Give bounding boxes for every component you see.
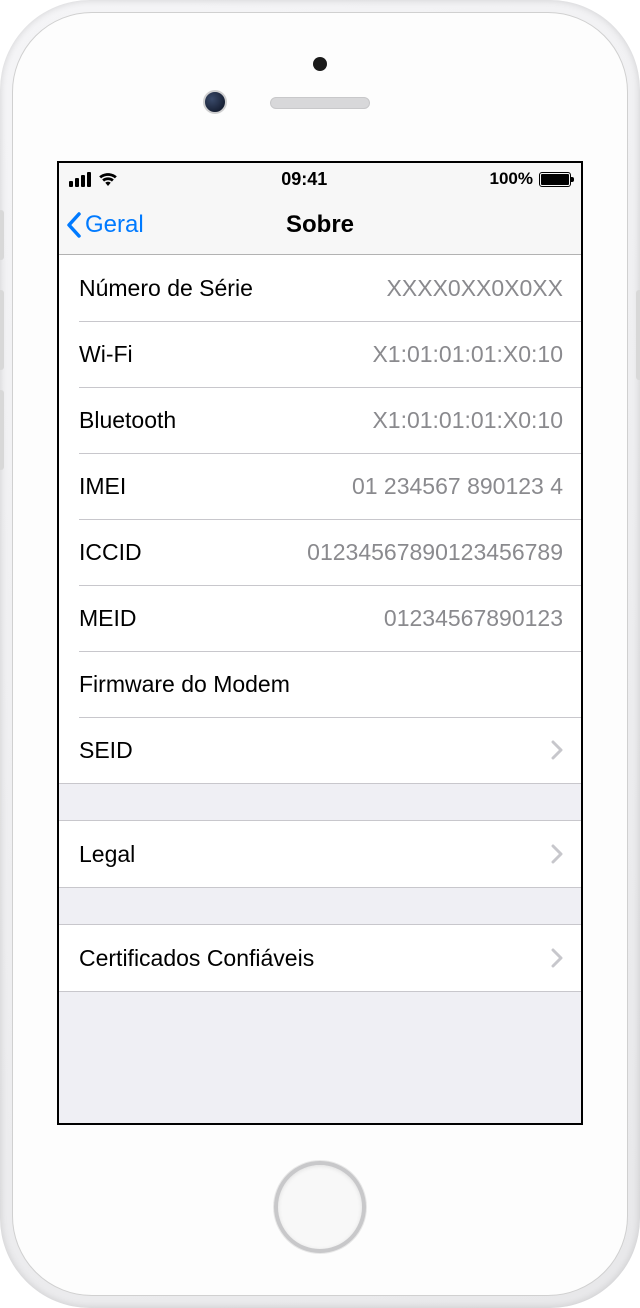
row-value: 01234567890123 [384,605,563,632]
mute-switch [0,210,4,260]
cellular-signal-icon [69,171,91,187]
row-legal[interactable]: Legal [59,821,581,887]
back-button[interactable]: Geral [59,211,144,239]
nav-bar: Geral Sobre [59,195,581,255]
chevron-right-icon [551,844,563,864]
row-value: 01234567890123456789 [307,539,563,566]
section-device-info: Número de Série XXXX0XX0X0XX Wi-Fi X1:01… [59,255,581,784]
row-value: X1:01:01:01:X0:10 [372,407,563,434]
volume-up-button [0,290,4,370]
row-label: Wi-Fi [79,341,133,368]
row-label: MEID [79,605,137,632]
speaker-grille [270,97,370,109]
power-button [636,290,640,380]
row-trusted-certificates[interactable]: Certificados Confiáveis [59,925,581,991]
row-label: IMEI [79,473,126,500]
section-certificates: Certificados Confiáveis [59,924,581,992]
screen: 09:41 100% Geral Sobre [57,161,583,1125]
row-value: XXXX0XX0X0XX [387,275,563,302]
row-label: Legal [79,841,135,868]
row-bluetooth[interactable]: Bluetooth X1:01:01:01:X0:10 [59,387,581,453]
proximity-sensor [313,57,327,71]
row-meid[interactable]: MEID 01234567890123 [59,585,581,651]
content: Número de Série XXXX0XX0X0XX Wi-Fi X1:01… [59,255,581,1028]
section-legal: Legal [59,820,581,888]
home-button[interactable] [274,1161,366,1253]
device-inner: 09:41 100% Geral Sobre [12,12,628,1296]
row-label: Número de Série [79,275,253,302]
chevron-right-icon [551,948,563,968]
row-imei[interactable]: IMEI 01 234567 890123 4 [59,453,581,519]
row-label: Certificados Confiáveis [79,945,314,972]
battery-icon [539,172,571,187]
back-label: Geral [85,211,144,239]
section-gap [59,992,581,1028]
device-frame: 09:41 100% Geral Sobre [0,0,640,1308]
row-label: Bluetooth [79,407,176,434]
row-serial-number[interactable]: Número de Série XXXX0XX0X0XX [59,255,581,321]
status-bar: 09:41 100% [59,163,581,195]
row-label: Firmware do Modem [79,671,290,698]
row-seid[interactable]: SEID [59,717,581,783]
chevron-right-icon [551,740,563,760]
row-wifi[interactable]: Wi-Fi X1:01:01:01:X0:10 [59,321,581,387]
row-label: ICCID [79,539,142,566]
volume-down-button [0,390,4,470]
row-label: SEID [79,737,133,764]
chevron-left-icon [65,211,83,239]
front-camera [203,90,227,114]
row-value: X1:01:01:01:X0:10 [372,341,563,368]
row-modem-firmware[interactable]: Firmware do Modem [59,651,581,717]
wifi-icon [97,171,119,187]
battery-percentage: 100% [490,169,533,189]
status-time: 09:41 [281,169,327,190]
row-iccid[interactable]: ICCID 01234567890123456789 [59,519,581,585]
row-value: 01 234567 890123 4 [352,473,563,500]
